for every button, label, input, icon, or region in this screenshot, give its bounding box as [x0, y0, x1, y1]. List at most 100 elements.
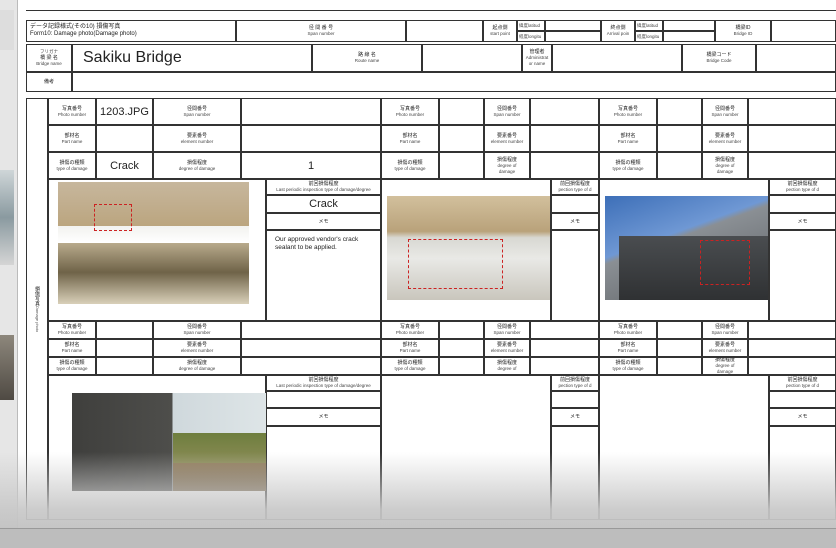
previous-degree-value[interactable]	[769, 391, 836, 408]
photo-number-value[interactable]	[657, 98, 702, 125]
span-number-label: 径間番号 Span number	[153, 98, 241, 125]
bridge-name-header: フリガナ 橋 梁 名 Bridge name	[26, 44, 72, 72]
part-name-value[interactable]	[657, 339, 702, 357]
damage-type-value[interactable]: Crack	[96, 152, 153, 179]
memo-value[interactable]	[551, 426, 599, 520]
degree-label: 損傷程度 degree of damage	[484, 152, 530, 179]
arrival-lon-value[interactable]	[663, 31, 715, 42]
part-name-label: 部材名 Part name	[381, 125, 439, 152]
previous-degree-label: 前回損傷程度 pection type of d	[769, 375, 836, 391]
bridge-code-header: 橋梁コード Bridge Code	[682, 44, 756, 72]
photo-number-value[interactable]: 1203.JPG	[96, 98, 153, 125]
previous-degree-value[interactable]: Crack	[266, 195, 381, 213]
bridge-id-header: 橋梁ID Bridge ID	[715, 20, 771, 42]
damage-marker	[94, 204, 132, 231]
previous-degree-label: 前回損傷程度 pection type of d	[769, 179, 836, 195]
damage-type-value[interactable]	[657, 152, 702, 179]
route-name-value[interactable]	[422, 44, 522, 72]
administrator-header: 管理者 Administrat or name	[522, 44, 552, 72]
degree-value[interactable]	[530, 152, 599, 179]
part-name-value[interactable]	[96, 125, 153, 152]
form-title-jp: データ記録様式(その10) 損傷写真	[30, 24, 121, 30]
part-name-value[interactable]	[439, 339, 484, 357]
thumbnail[interactable]	[0, 170, 14, 265]
arrival-lon-label: 経度longitu	[635, 31, 663, 42]
degree-label: 損傷程度 degree of damage	[153, 152, 241, 179]
previous-degree-label: 前回損傷程度 pection type of d	[551, 179, 599, 195]
photo-number-value[interactable]	[439, 321, 484, 339]
degree-value[interactable]	[748, 357, 836, 375]
degree-value[interactable]	[530, 357, 599, 375]
damage-type-value[interactable]	[439, 357, 484, 375]
degree-value[interactable]: 1	[241, 152, 381, 179]
span-number-label: 径間番号 Span number	[484, 321, 530, 339]
part-name-label: 部材名 Part name	[599, 125, 657, 152]
spreadsheet-page: データ記録様式(その10) 損傷写真 Form10: Damage photo(…	[18, 0, 836, 528]
span-number-value[interactable]	[748, 98, 836, 125]
part-name-value[interactable]	[96, 339, 153, 357]
start-lon-value[interactable]	[545, 31, 601, 42]
photo-number-value[interactable]	[96, 321, 153, 339]
damage-photo-bridge-underside	[58, 182, 249, 304]
photo-cell[interactable]	[381, 375, 551, 520]
previous-degree-label: 前回損傷程度 pection type of d	[551, 375, 599, 391]
degree-label: 損傷程度 degree of damage	[153, 357, 241, 375]
degree-value[interactable]	[748, 152, 836, 179]
span-number-header: 径 間 番 号 Span number	[236, 20, 406, 42]
damage-type-value[interactable]	[657, 357, 702, 375]
span-number-value[interactable]	[241, 321, 381, 339]
element-number-label: 要素番号 element number	[484, 125, 530, 152]
part-name-value[interactable]	[439, 125, 484, 152]
memo-value[interactable]	[769, 230, 836, 321]
previous-degree-value[interactable]	[769, 195, 836, 213]
start-lat-label: 緯度latitud	[517, 20, 545, 31]
span-number-value[interactable]	[406, 20, 483, 42]
thumbnail[interactable]	[0, 10, 14, 50]
span-number-value[interactable]	[530, 98, 599, 125]
damage-type-value[interactable]	[439, 152, 484, 179]
memo-value[interactable]	[551, 230, 599, 321]
span-number-value[interactable]	[241, 98, 381, 125]
bridge-name-value[interactable]: Sakiku Bridge	[72, 44, 312, 72]
element-number-label: 要素番号 element number	[702, 339, 748, 357]
span-number-value[interactable]	[530, 321, 599, 339]
photo-cell[interactable]	[599, 375, 769, 520]
damage-type-label: 損傷の種類 type of damage	[381, 357, 439, 375]
notes-value[interactable]	[72, 72, 836, 92]
element-number-value[interactable]	[530, 339, 599, 357]
memo-value[interactable]	[266, 426, 381, 520]
start-lat-value[interactable]	[545, 20, 601, 31]
memo-label: メモ	[551, 213, 599, 230]
photo-number-label: 写真番号 Photo number	[48, 321, 96, 339]
thumbnail-strip[interactable]	[0, 0, 18, 548]
damage-photo-side-label: 損傷写真 Damage photo	[26, 98, 48, 520]
memo-label: メモ	[769, 213, 836, 230]
span-number-value[interactable]	[748, 321, 836, 339]
previous-degree-value[interactable]	[266, 391, 381, 408]
damage-type-value[interactable]	[96, 357, 153, 375]
memo-value[interactable]: Our approved vendor's crack sealant to b…	[266, 230, 381, 321]
element-number-value[interactable]	[241, 125, 381, 152]
form-title-cell[interactable]: データ記録様式(その10) 損傷写真 Form10: Damage photo(…	[26, 20, 236, 42]
element-number-value[interactable]	[748, 125, 836, 152]
element-number-label: 要素番号 element number	[702, 125, 748, 152]
bridge-code-value[interactable]	[756, 44, 836, 72]
photo-number-value[interactable]	[657, 321, 702, 339]
start-point-header: 起点側 start point	[483, 20, 517, 42]
start-lon-label: 経度longitu	[517, 31, 545, 42]
degree-value[interactable]	[241, 357, 381, 375]
administrator-value[interactable]	[552, 44, 682, 72]
element-number-value[interactable]	[530, 125, 599, 152]
previous-degree-value[interactable]	[551, 195, 599, 213]
part-name-label: 部材名 Part name	[48, 339, 96, 357]
memo-value[interactable]	[769, 426, 836, 520]
element-number-value[interactable]	[748, 339, 836, 357]
photo-number-label: 写真番号 Photo number	[381, 321, 439, 339]
element-number-value[interactable]	[241, 339, 381, 357]
photo-number-value[interactable]	[439, 98, 484, 125]
arrival-lat-value[interactable]	[663, 20, 715, 31]
part-name-value[interactable]	[657, 125, 702, 152]
previous-degree-value[interactable]	[551, 391, 599, 408]
bridge-id-value[interactable]	[771, 20, 836, 42]
thumbnail[interactable]	[0, 335, 14, 400]
